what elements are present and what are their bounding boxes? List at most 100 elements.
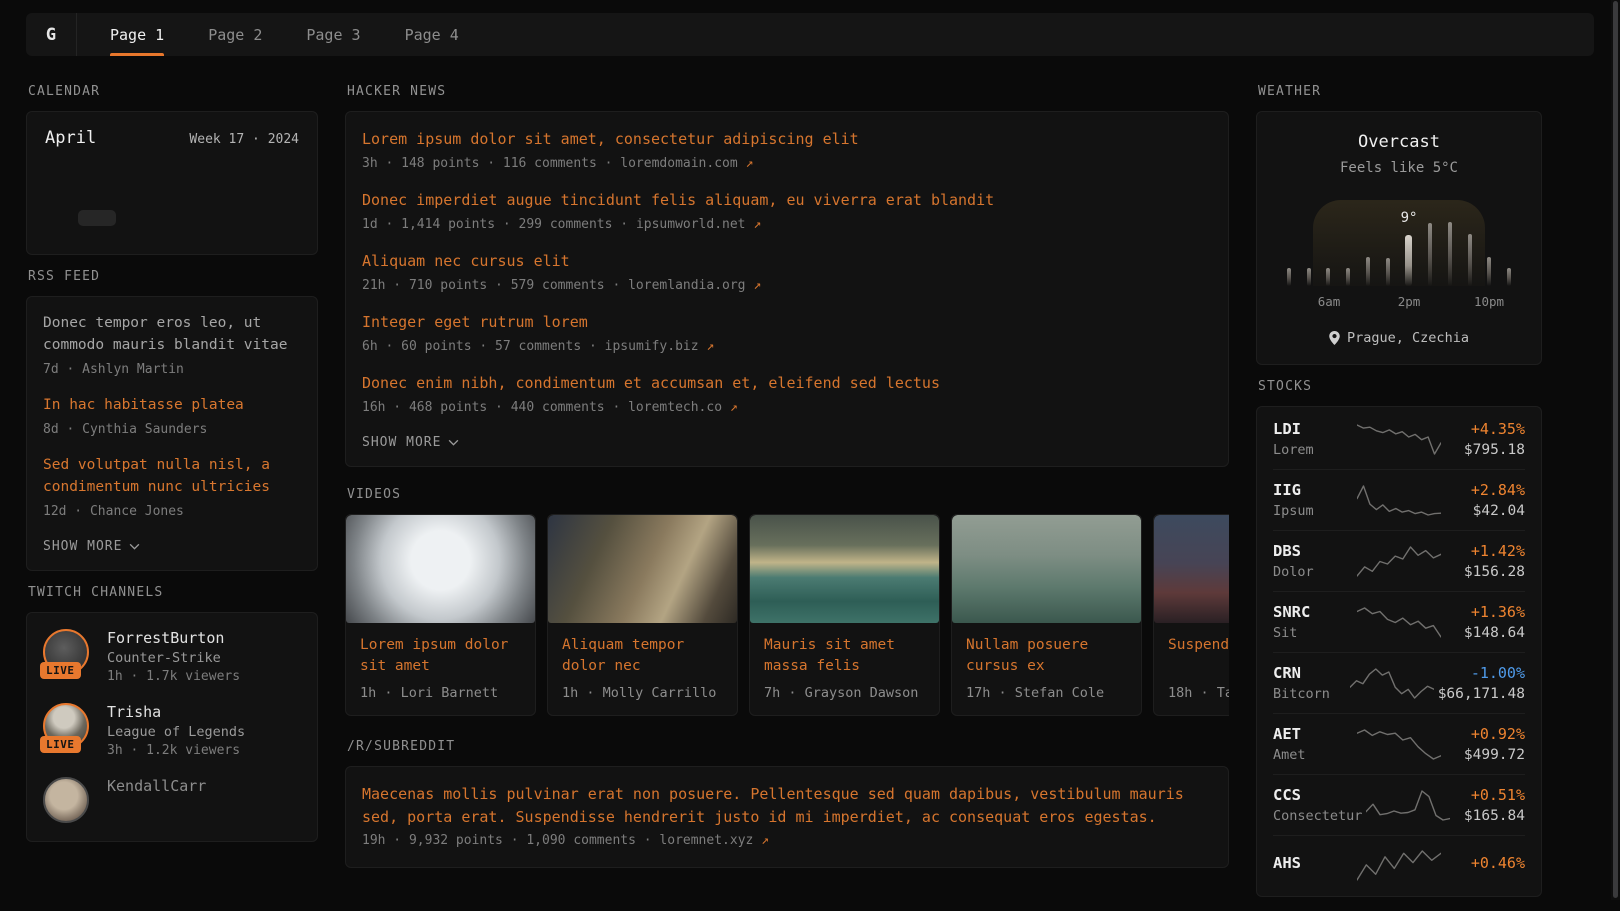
- twitch-channel-viewers: 1h · 1.7k viewers: [107, 669, 240, 684]
- hackernews-show-more-button[interactable]: SHOW MORE: [362, 435, 1212, 450]
- video-thumbnail: [750, 515, 939, 623]
- hackernews-item-domain-link[interactable]: ipsumworld.net ↗: [636, 217, 761, 232]
- stock-name: Sit: [1273, 625, 1353, 641]
- stock-row[interactable]: DBS Dolor +1.42% $156.28: [1273, 530, 1525, 591]
- hackernews-item-domain: ipsumify.biz: [605, 339, 699, 354]
- calendar-date-cell: [191, 192, 228, 208]
- hackernews-item-meta: 16h · 468 points · 440 comments · loremt…: [362, 398, 1212, 418]
- rss-show-more-button[interactable]: SHOW MORE: [43, 539, 301, 554]
- video-title: Mauris sit amet massa felis: [764, 635, 925, 677]
- video-meta: 1h · Lori Barnett: [360, 685, 521, 701]
- calendar-date-cell: [228, 210, 265, 226]
- hackernews-item-title[interactable]: Aliquam nec cursus elit: [362, 250, 1212, 273]
- rss-item-meta: 12d · Chance Jones: [43, 502, 301, 522]
- video-card[interactable]: Nullam posuere cursus ex 17h · Stefan Co…: [951, 514, 1142, 716]
- hackernews-item: Integer eget rutrum lorem 6h · 60 points…: [362, 311, 1212, 356]
- stock-symbol: AET: [1273, 725, 1353, 743]
- calendar-date-cell: [41, 210, 78, 226]
- rss-item-title[interactable]: Donec tempor eros leo, ut commodo mauris…: [43, 313, 301, 357]
- hackernews-item-title[interactable]: Donec enim nibh, condimentum et accumsan…: [362, 372, 1212, 395]
- chevron-down-icon: [448, 439, 459, 446]
- page-tab-label: Page 2: [208, 26, 262, 44]
- rss-item: Donec tempor eros leo, ut commodo mauris…: [43, 313, 301, 379]
- app-logo: G: [26, 13, 77, 56]
- subreddit-post-domain-link[interactable]: loremnet.xyz ↗: [659, 833, 769, 848]
- weather-location-label: Prague, Czechia: [1347, 330, 1469, 346]
- calendar-header: April Week 17 · 2024: [41, 128, 303, 148]
- stock-change-percent: +0.51%: [1454, 786, 1525, 804]
- stock-row[interactable]: SNRC Sit +1.36% $148.64: [1273, 591, 1525, 652]
- calendar-date-cell: [78, 192, 115, 208]
- stock-id-block: IIG Ipsum: [1273, 481, 1353, 519]
- calendar-widget: April Week 17 · 2024: [26, 111, 318, 255]
- stock-id-block: SNRC Sit: [1273, 603, 1353, 641]
- stock-value-block: +1.36% $148.64: [1445, 603, 1525, 641]
- stock-row[interactable]: IIG Ipsum +2.84% $42.04: [1273, 469, 1525, 530]
- page-tab[interactable]: Page 2: [208, 13, 262, 56]
- stock-row[interactable]: AHS +0.46%: [1273, 835, 1525, 894]
- twitch-channel-name: Trisha: [107, 703, 245, 721]
- stock-sparkline: [1353, 421, 1445, 457]
- rss-item-title[interactable]: Sed volutpat nulla nisl, a condimentum n…: [43, 455, 301, 499]
- twitch-channel-info: ForrestBurton Counter-Strike 1h · 1.7k v…: [107, 629, 240, 684]
- twitch-section-title: TWITCH CHANNELS: [28, 585, 318, 600]
- video-meta: 17h · Stefan Cole: [966, 685, 1127, 701]
- hackernews-item-title[interactable]: Integer eget rutrum lorem: [362, 311, 1212, 334]
- twitch-channel-row[interactable]: LIVE KendallCarr: [43, 777, 301, 825]
- external-link-icon: ↗: [753, 278, 761, 293]
- subreddit-post-meta: 19h · 9,932 points · 1,090 comments · lo…: [362, 831, 1212, 851]
- weather-condition: Overcast: [1273, 132, 1525, 152]
- weather-bar: [1487, 257, 1491, 286]
- subreddit-post-title[interactable]: Maecenas mollis pulvinar erat non posuer…: [362, 783, 1212, 828]
- weather-bar: [1307, 268, 1311, 286]
- calendar-week-year-label: Week 17 · 2024: [189, 132, 299, 147]
- video-card[interactable]: Mauris sit amet massa felis 7h · Grayson…: [749, 514, 940, 716]
- stock-row[interactable]: CCS Consectetur +0.51% $165.84: [1273, 774, 1525, 835]
- page-tab[interactable]: Page 3: [306, 13, 360, 56]
- video-card[interactable]: Aliquam tempor dolor nec pharetra… 1h · …: [547, 514, 738, 716]
- stock-id-block: LDI Lorem: [1273, 420, 1353, 458]
- video-card[interactable]: Lorem ipsum dolor sit amet consectetu… 1…: [345, 514, 536, 716]
- hackernews-item-title[interactable]: Lorem ipsum dolor sit amet, consectetur …: [362, 128, 1212, 151]
- stock-row[interactable]: LDI Lorem +4.35% $795.18: [1273, 409, 1525, 469]
- hackernews-item: Donec imperdiet augue tincidunt felis al…: [362, 189, 1212, 234]
- calendar-date-cell: [41, 192, 78, 208]
- hackernews-widget: Lorem ipsum dolor sit amet, consectetur …: [345, 111, 1229, 467]
- rss-item-title[interactable]: In hac habitasse platea: [43, 395, 301, 417]
- videos-widget: Lorem ipsum dolor sit amet consectetu… 1…: [345, 514, 1229, 716]
- stock-row[interactable]: CRN Bitcorn -1.00% $66,171.48: [1273, 652, 1525, 713]
- twitch-channel-info: KendallCarr: [107, 777, 206, 825]
- page-tab[interactable]: Page 4: [405, 13, 459, 56]
- hackernews-item-title[interactable]: Donec imperdiet augue tincidunt felis al…: [362, 189, 1212, 212]
- hackernews-item-domain-link[interactable]: loremdomain.com ↗: [620, 156, 753, 171]
- stock-row[interactable]: AET Amet +0.92% $499.72: [1273, 713, 1525, 774]
- page-tab[interactable]: Page 1: [110, 13, 164, 56]
- twitch-channel-row[interactable]: LIVE Trisha League of Legends 3h · 1.2k …: [43, 703, 301, 758]
- hackernews-item-domain-link[interactable]: loremlandia.org ↗: [628, 278, 761, 293]
- page-scrollbar-thumb[interactable]: [1613, 1, 1618, 898]
- weather-bar: [1326, 268, 1330, 286]
- weather-widget: Overcast Feels like 5°C 9° 6am 2pm 10pm …: [1256, 111, 1542, 365]
- twitch-channel-row[interactable]: LIVE ForrestBurton Counter-Strike 1h · 1…: [43, 629, 301, 684]
- calendar-date-cell: [41, 228, 78, 244]
- stock-price: $66,171.48: [1438, 686, 1525, 702]
- hackernews-item-domain-link[interactable]: ipsumify.biz ↗: [605, 339, 715, 354]
- stock-value-block: +2.84% $42.04: [1445, 481, 1525, 519]
- video-thumbnail: [952, 515, 1141, 623]
- stock-change-percent: +1.36%: [1445, 603, 1525, 621]
- hackernews-item-domain-link[interactable]: loremtech.co ↗: [628, 400, 738, 415]
- calendar-day-header: [228, 164, 265, 176]
- stock-change-percent: +4.35%: [1445, 420, 1525, 438]
- stock-id-block: AHS: [1273, 854, 1353, 876]
- stock-symbol: IIG: [1273, 481, 1353, 499]
- calendar-date-cell: [153, 228, 190, 244]
- hackernews-item: Lorem ipsum dolor sit amet, consectetur …: [362, 128, 1212, 173]
- calendar-month-label: April: [45, 128, 96, 148]
- video-card[interactable]: Suspendisse diam 18h · Tara: [1153, 514, 1229, 716]
- stock-id-block: CCS Consectetur: [1273, 786, 1362, 824]
- weather-location: Prague, Czechia: [1273, 330, 1525, 346]
- video-thumbnail: [1154, 515, 1229, 623]
- stock-price: $165.84: [1454, 808, 1525, 824]
- video-meta: 1h · Molly Carrillo: [562, 685, 723, 701]
- stock-price: $156.28: [1445, 564, 1525, 580]
